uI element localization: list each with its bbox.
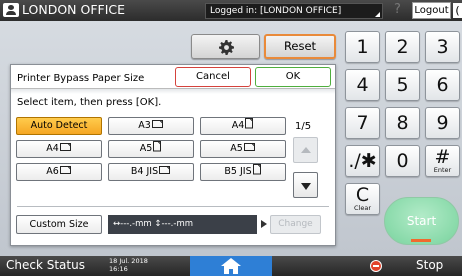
key-label: 5	[396, 74, 409, 96]
paper-size-option[interactable]: B4 JIS	[108, 163, 194, 181]
keypad-key[interactable]: 0	[385, 145, 420, 177]
paper-size-option[interactable]: A6	[16, 163, 102, 181]
keypad-key[interactable]: 8	[385, 107, 420, 139]
keypad-key[interactable]: ./✱	[345, 145, 380, 177]
key-label: 6	[436, 74, 449, 96]
key-label: 4	[356, 74, 369, 96]
page-indicator: 1/5	[295, 121, 312, 132]
paper-size-label: Auto Detect	[30, 120, 88, 131]
keypad-key[interactable]: 3	[425, 31, 460, 63]
key-label: 3	[436, 36, 449, 58]
reset-button[interactable]: Reset	[264, 34, 336, 59]
portrait-orientation-icon	[153, 141, 162, 152]
paper-size-option[interactable]: A5	[200, 140, 286, 158]
stop-icon[interactable]	[370, 260, 382, 272]
paper-size-option[interactable]: A4	[200, 117, 286, 135]
keypad-key[interactable]: 9	[425, 107, 460, 139]
paper-size-option[interactable]: A3	[108, 117, 194, 135]
key-label: C	[355, 184, 370, 206]
key-sublabel: Clear	[354, 204, 371, 212]
arrow-right-icon	[261, 220, 267, 228]
check-status-button[interactable]: Check Status	[6, 258, 85, 272]
portrait-orientation-icon	[245, 118, 254, 129]
key-label: 9	[436, 112, 449, 134]
key-label: 1	[356, 36, 369, 58]
keypad-key[interactable]: 6	[425, 69, 460, 101]
keypad-key[interactable]: 4	[345, 69, 380, 101]
paper-size-label: A3	[138, 120, 151, 131]
time-text: 16:16	[109, 265, 128, 273]
custom-size-button[interactable]: Custom Size	[16, 215, 102, 234]
expand-corner-icon	[375, 12, 380, 17]
ok-button[interactable]: OK	[255, 67, 331, 87]
key-label: 8	[396, 112, 409, 134]
paper-size-option[interactable]: A4	[16, 140, 102, 158]
paper-size-label: B4 JIS	[130, 166, 159, 177]
return-icon[interactable]: (	[453, 3, 462, 18]
keypad-key[interactable]: 1	[345, 31, 380, 63]
key-label: 0	[396, 150, 409, 172]
login-status-text: Logged in: [LONDON OFFICE]	[210, 6, 342, 16]
paper-size-label: B5 JIS	[224, 166, 252, 177]
settings-button[interactable]	[191, 34, 260, 59]
scroll-up-button[interactable]	[293, 137, 318, 163]
gear-icon	[219, 40, 234, 55]
keypad-key[interactable]: 7	[345, 107, 380, 139]
instruction-text: Select item, then press [OK].	[17, 97, 162, 108]
keypad-key[interactable]: 2	[385, 31, 420, 63]
login-status-display[interactable]: Logged in: [LONDON OFFICE]	[205, 3, 383, 19]
change-button[interactable]: Change	[270, 215, 321, 234]
bottom-bar: Check Status 18 Jul. 2018 16:16 Stop	[0, 256, 462, 276]
home-button[interactable]	[190, 256, 272, 276]
paper-size-label: A4	[231, 120, 245, 131]
stop-button[interactable]: Stop	[416, 258, 443, 272]
start-indicator-light	[411, 239, 431, 242]
key-label: #	[434, 146, 451, 168]
landscape-orientation-icon	[243, 143, 255, 151]
portrait-orientation-icon	[252, 164, 261, 175]
key-label: ./✱	[348, 150, 377, 172]
start-button[interactable]: Start	[384, 197, 459, 245]
paper-size-label: A5	[139, 143, 153, 154]
user-icon	[3, 3, 19, 17]
paper-size-option[interactable]: A5	[108, 140, 194, 158]
main-area: Reset Printer Bypass Paper Size Cancel O…	[0, 21, 462, 256]
keypad-key[interactable]: 5	[385, 69, 420, 101]
key-sublabel: Enter	[433, 166, 452, 174]
paper-size-label: A4	[46, 143, 59, 154]
cancel-button[interactable]: Cancel	[175, 67, 251, 87]
paper-size-label: A6	[46, 166, 59, 177]
paper-size-option[interactable]: B5 JIS	[200, 163, 286, 181]
date-text: 18 Jul. 2018	[109, 257, 148, 265]
landscape-orientation-icon	[59, 166, 71, 174]
bypass-paper-size-dialog: Printer Bypass Paper Size Cancel OK Sele…	[10, 64, 336, 246]
scroll-down-button[interactable]	[293, 172, 318, 198]
user-name: LONDON OFFICE	[22, 2, 126, 17]
landscape-orientation-icon	[151, 120, 163, 128]
home-icon	[221, 258, 241, 274]
divider	[17, 206, 329, 207]
paper-size-option[interactable]: Auto Detect	[16, 117, 102, 135]
date-time-display: 18 Jul. 2018 16:16	[109, 257, 148, 273]
logout-button[interactable]: Logout	[412, 2, 451, 19]
keypad-key[interactable]: C Clear	[345, 183, 380, 215]
landscape-orientation-icon	[159, 166, 171, 174]
custom-size-display: ↔---.-mm ↕---.-mm	[108, 215, 257, 234]
question-icon[interactable]: ?	[394, 2, 401, 17]
dialog-title: Printer Bypass Paper Size	[17, 73, 145, 84]
paper-size-label: A5	[230, 143, 243, 154]
key-label: 2	[396, 36, 409, 58]
dialog-title-divider	[11, 88, 335, 94]
top-bar: LONDON OFFICE Logged in: [LONDON OFFICE]…	[0, 0, 462, 21]
key-label: 7	[356, 112, 369, 134]
landscape-orientation-icon	[59, 143, 71, 151]
keypad-key[interactable]: # Enter	[425, 145, 460, 177]
